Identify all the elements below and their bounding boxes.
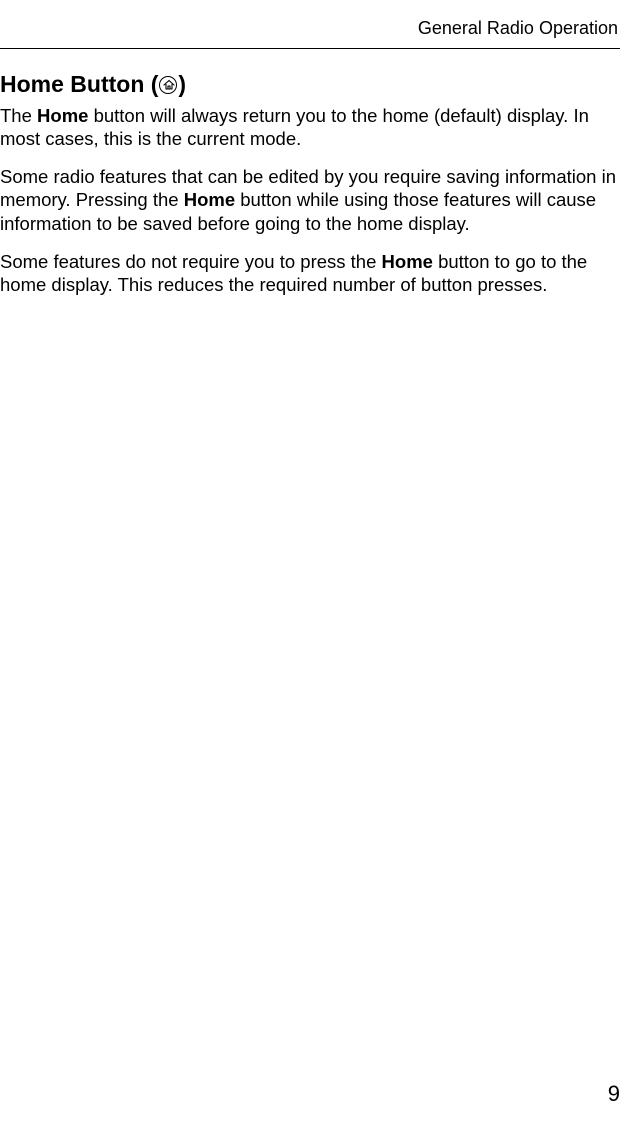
title-prefix: Home Button ( — [0, 71, 158, 97]
home-icon — [159, 76, 177, 94]
running-header: General Radio Operation — [0, 18, 620, 48]
p1-text-a: The — [0, 105, 37, 126]
p2-home-bold: Home — [184, 189, 235, 210]
paragraph-2: Some radio features that can be edited b… — [0, 165, 620, 234]
title-suffix: ) — [178, 71, 186, 97]
running-title: General Radio Operation — [418, 18, 618, 38]
p1-text-c: button will always return you to the hom… — [0, 105, 589, 149]
paragraph-1: The Home button will always return you t… — [0, 104, 620, 150]
header-rule — [0, 48, 620, 49]
page-number-value: 9 — [608, 1081, 620, 1106]
section-title: Home Button () — [0, 71, 620, 98]
p1-home-bold: Home — [37, 105, 88, 126]
page-number: 9 — [608, 1081, 620, 1107]
p3-text-a: Some features do not require you to pres… — [0, 251, 382, 272]
p3-home-bold: Home — [382, 251, 433, 272]
paragraph-3: Some features do not require you to pres… — [0, 250, 620, 296]
